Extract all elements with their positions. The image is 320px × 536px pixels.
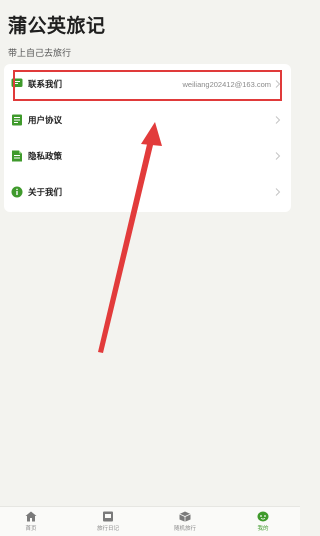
tab-travel-diary[interactable]: 旅行日记 [83, 511, 133, 532]
tab-label: 首页 [25, 526, 37, 532]
bottom-tab-bar: 首页 旅行日记 随机旅行 我的 [0, 506, 300, 536]
info-icon [11, 186, 23, 198]
tab-label: 旅行日记 [96, 526, 119, 532]
menu-item-about-us[interactable]: 关于我们 [4, 174, 291, 210]
tab-label: 我的 [257, 526, 269, 532]
app-subtitle: 带上自己去旅行 [8, 48, 72, 58]
menu-item-label: 关于我们 [28, 187, 63, 197]
tab-label: 随机旅行 [173, 526, 196, 532]
app-title: 蒲公英旅记 [8, 16, 106, 37]
settings-menu-card: 联系我们 weiliang202412@163.com 用户协议 隐私政策 关于… [4, 64, 291, 212]
page-header: 蒲公英旅记 带上自己去旅行 [8, 6, 106, 59]
menu-item-privacy-policy[interactable]: 隐私政策 [4, 138, 291, 174]
menu-item-label: 隐私政策 [28, 151, 63, 161]
chevron-right-icon [275, 188, 281, 196]
policy-icon [12, 150, 22, 162]
menu-item-label: 用户协议 [28, 115, 63, 125]
tab-mine[interactable]: 我的 [238, 511, 288, 532]
menu-item-label: 联系我们 [28, 79, 63, 89]
chevron-right-icon [275, 152, 281, 160]
chat-icon [11, 78, 23, 90]
profile-icon [257, 511, 269, 522]
menu-item-user-agreement[interactable]: 用户协议 [4, 102, 291, 138]
contact-email: weiliang202412@163.com [182, 79, 271, 89]
diary-icon [103, 511, 113, 522]
menu-item-contact-us[interactable]: 联系我们 weiliang202412@163.com [4, 66, 291, 102]
chevron-right-icon [275, 80, 281, 88]
chevron-right-icon [275, 116, 281, 124]
tab-home[interactable]: 首页 [6, 511, 56, 532]
tab-random-travel[interactable]: 随机旅行 [160, 511, 210, 532]
document-icon [12, 114, 22, 126]
home-icon [25, 511, 37, 522]
box-icon [179, 511, 191, 522]
